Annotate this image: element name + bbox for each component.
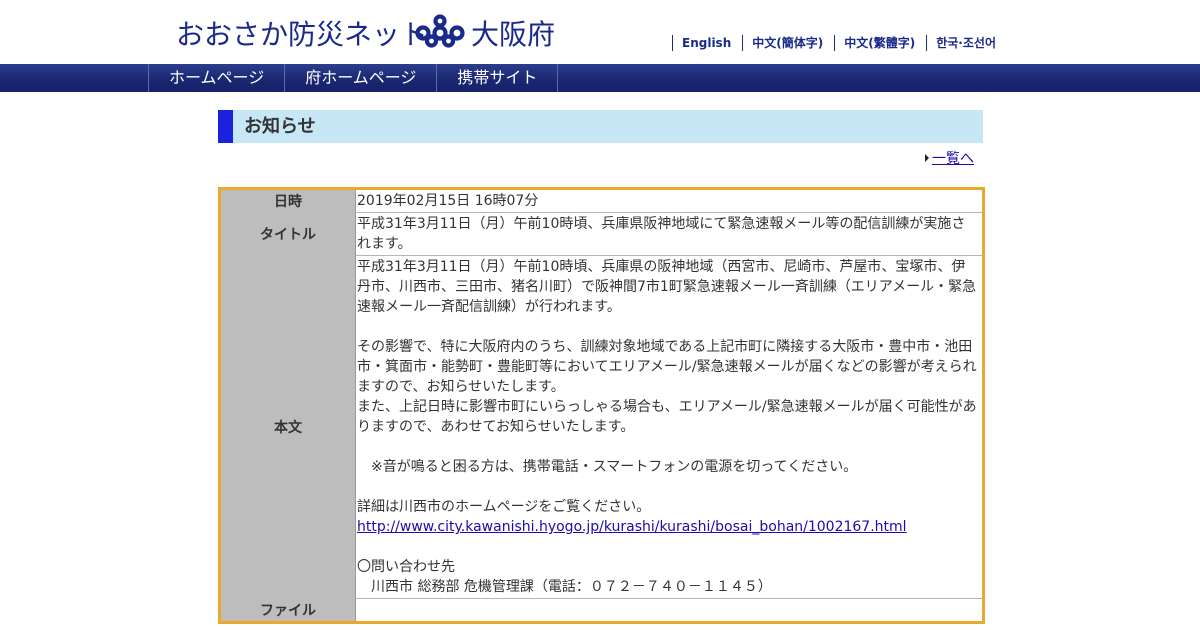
osaka-prefecture-emblem-icon bbox=[415, 14, 465, 48]
prefecture-name[interactable]: 大阪府 bbox=[471, 13, 555, 53]
body-paragraph: 詳細は川西市のホームページをご覧ください。 bbox=[357, 499, 651, 515]
body-paragraph: また、上記日時に影響市町にいらっしゃる場合も、エリアメール/緊急速報メールが届く… bbox=[357, 399, 977, 435]
table-row-file: ファイル bbox=[221, 598, 982, 621]
date-value: 2019年02月15日 16時07分 bbox=[355, 190, 982, 212]
page-title: お知らせ bbox=[244, 116, 316, 137]
body-note: ※音が鳴ると困る方は、携帯電話・スマートフォンの電源を切ってください。 bbox=[357, 459, 858, 475]
body-paragraph: 平成31年3月11日（月）午前10時頃、兵庫県の阪神地域（西宮市、尼崎市、芦屋市… bbox=[357, 259, 977, 315]
body-paragraph: その影響で、特に大阪府内のうち、訓練対象地域である上記市町に隣接する大阪市・豊中… bbox=[357, 339, 977, 395]
site-header: おおさか防災ネット 大阪府 English 中文(簡体字) 中文(繁體字) 한국… bbox=[0, 0, 1200, 64]
nav-items: ホームページ 府ホームページ 携帯サイト bbox=[148, 64, 559, 92]
notice-detail-table: 日時 2019年02月15日 16時07分 タイトル 平成31年3月11日（月）… bbox=[218, 187, 985, 624]
main-nav: ホームページ 府ホームページ 携帯サイト bbox=[0, 64, 1200, 92]
nav-item-mobile-site[interactable]: 携帯サイト bbox=[437, 64, 559, 92]
heading-accent-bar bbox=[218, 110, 233, 143]
file-value bbox=[355, 598, 982, 621]
nav-item-prefecture-home[interactable]: 府ホームページ bbox=[285, 64, 438, 92]
contact-heading: 〇問い合わせ先 bbox=[357, 559, 455, 575]
lang-link-chinese-simplified[interactable]: 中文(簡体字) bbox=[742, 35, 823, 51]
lang-link-korean[interactable]: 한국·조선어 bbox=[926, 35, 996, 51]
body-text: 平成31年3月11日（月）午前10時頃、兵庫県の阪神地域（西宮市、尼崎市、芦屋市… bbox=[355, 255, 982, 598]
body-label: 本文 bbox=[221, 255, 355, 598]
notice-heading: お知らせ bbox=[218, 110, 983, 143]
site-logo-text[interactable]: おおさか防災ネット bbox=[176, 13, 428, 53]
back-to-list-link[interactable]: 一覧へ bbox=[925, 148, 974, 168]
table-row-title: タイトル 平成31年3月11日（月）午前10時頃、兵庫県阪神地域にて緊急速報メー… bbox=[221, 212, 982, 255]
table-row-date: 日時 2019年02月15日 16時07分 bbox=[221, 190, 982, 212]
date-label: 日時 bbox=[221, 190, 355, 212]
lang-link-english[interactable]: English bbox=[672, 35, 731, 51]
language-links: English 中文(簡体字) 中文(繁體字) 한국·조선어 bbox=[672, 35, 996, 51]
triangle-right-icon bbox=[925, 154, 929, 162]
kawanishi-city-link[interactable]: http://www.city.kawanishi.hyogo.jp/kuras… bbox=[357, 519, 907, 535]
nav-item-home[interactable]: ホームページ bbox=[149, 64, 286, 92]
table-row-body: 本文 平成31年3月11日（月）午前10時頃、兵庫県の阪神地域（西宮市、尼崎市、… bbox=[221, 255, 982, 598]
back-to-list-label: 一覧へ bbox=[932, 151, 974, 167]
lang-link-chinese-traditional[interactable]: 中文(繁體字) bbox=[834, 35, 915, 51]
title-label: タイトル bbox=[221, 212, 355, 255]
file-label: ファイル bbox=[221, 598, 355, 621]
contact-info: 川西市 総務部 危機管理課（電話：０７２－７４０－１１４５） bbox=[357, 579, 772, 595]
title-value: 平成31年3月11日（月）午前10時頃、兵庫県阪神地域にて緊急速報メール等の配信… bbox=[355, 212, 982, 255]
